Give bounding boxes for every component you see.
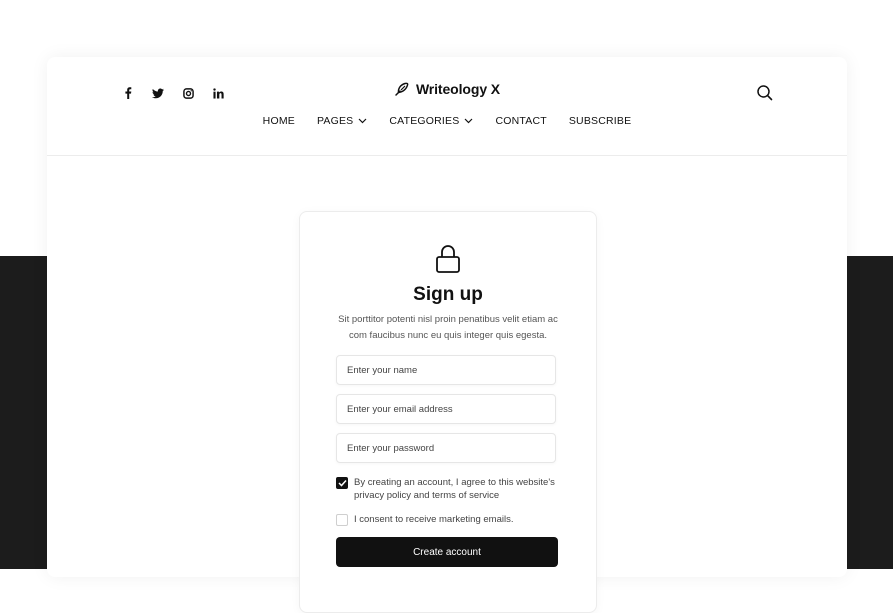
terms-checkbox[interactable] — [336, 477, 348, 489]
name-input[interactable] — [336, 355, 556, 385]
brand-name: Writeology X — [415, 81, 501, 97]
main-nav: HOME PAGES CATEGORIES CONTACT SUBSCRIBE — [47, 115, 847, 127]
nav-item-contact[interactable]: CONTACT — [495, 115, 546, 127]
nav-item-label: CONTACT — [495, 115, 547, 127]
nav-item-label: PAGES — [316, 115, 354, 127]
checkmark-icon — [337, 479, 347, 487]
page-container: Writeology X HOME PAGES CATEGORIES CONTA… — [47, 57, 847, 613]
terms-row: By creating an account, I agree to this … — [336, 476, 560, 502]
nav-item-home[interactable]: HOME — [263, 115, 295, 127]
nav-item-label: CATEGORIES — [389, 115, 460, 127]
signup-card: Sign up Sit porttitor potenti nisl proin… — [299, 211, 597, 613]
signup-subtitle: Sit porttitor potenti nisl proin penatib… — [338, 314, 558, 341]
chevron-down-icon — [465, 118, 473, 124]
password-input[interactable] — [336, 433, 556, 463]
email-input[interactable] — [336, 394, 556, 424]
lock-icon — [436, 245, 460, 273]
marketing-row: I consent to receive marketing emails. — [336, 513, 560, 526]
signup-title: Sign up — [413, 284, 483, 305]
chevron-down-icon — [358, 118, 367, 124]
marketing-checkbox[interactable] — [336, 514, 348, 526]
terms-label: By creating an account, I agree to this … — [354, 477, 555, 501]
search-icon[interactable] — [755, 83, 775, 103]
brand-logo[interactable]: Writeology X — [47, 81, 847, 97]
site-header: Writeology X HOME PAGES CATEGORIES CONTA… — [47, 57, 847, 156]
feather-pen-icon — [395, 82, 409, 96]
nav-item-categories[interactable]: CATEGORIES — [389, 115, 473, 127]
nav-item-pages[interactable]: PAGES — [317, 115, 367, 127]
nav-item-label: SUBSCRIBE — [568, 115, 632, 127]
marketing-label: I consent to receive marketing emails. — [354, 514, 514, 525]
nav-item-subscribe[interactable]: SUBSCRIBE — [569, 115, 631, 127]
create-account-button[interactable]: Create account — [336, 537, 558, 567]
nav-item-label: HOME — [262, 115, 295, 127]
